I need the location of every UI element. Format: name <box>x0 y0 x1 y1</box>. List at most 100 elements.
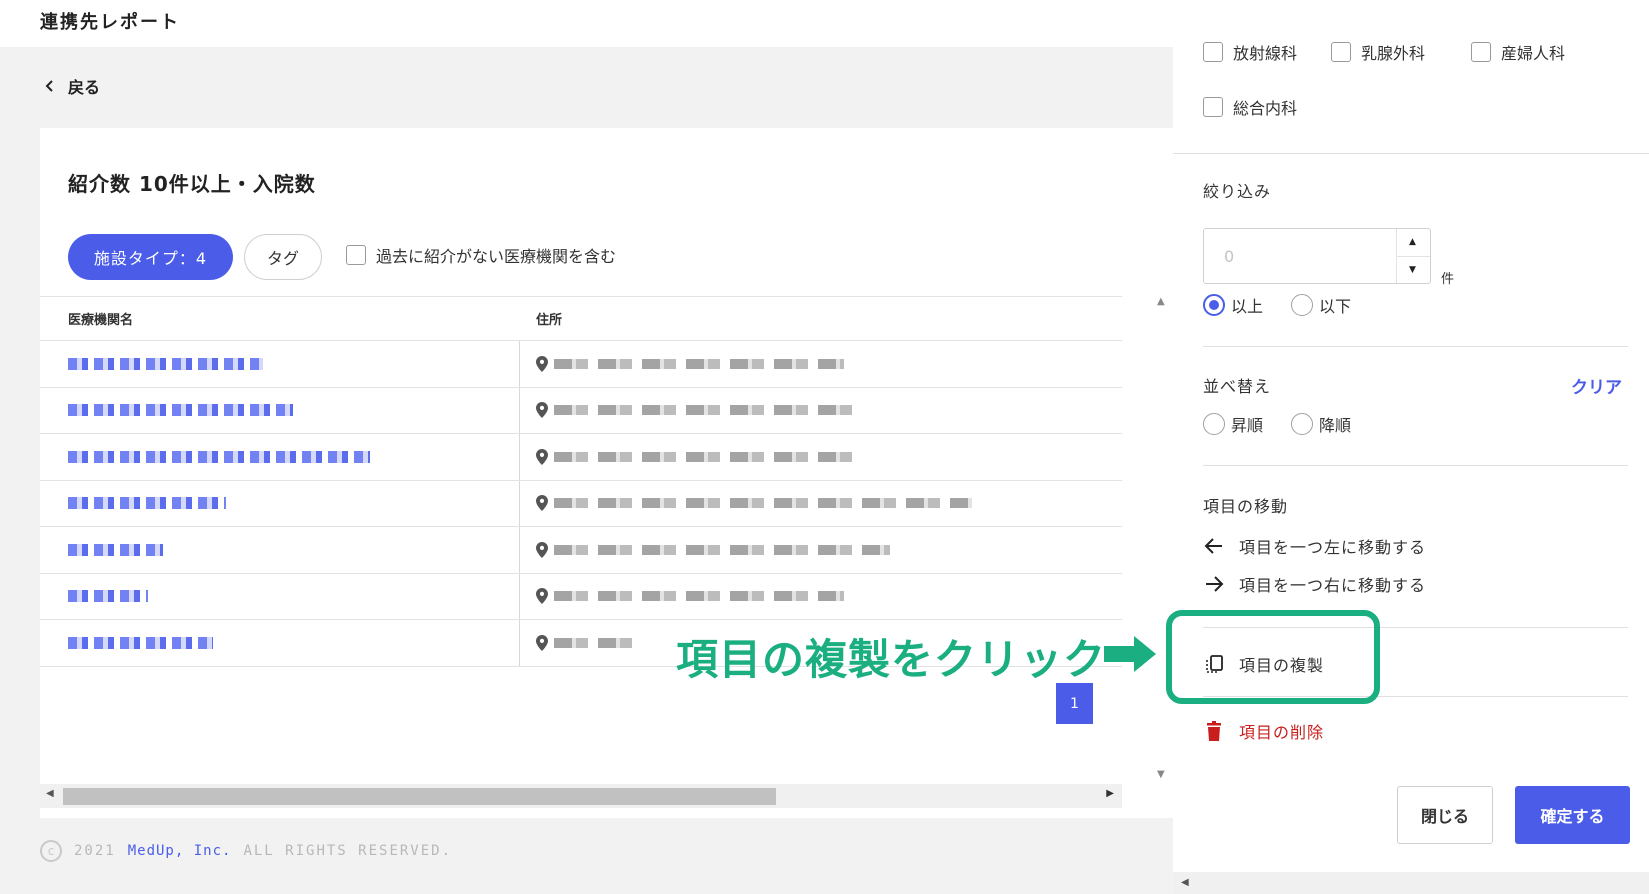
filter-count-value: 0 <box>1224 247 1235 266</box>
table-row[interactable] <box>40 387 1122 434</box>
scroll-right-icon[interactable]: ▶ <box>1106 788 1114 799</box>
sort-clear-link[interactable]: クリア <box>1571 373 1622 398</box>
arrow-right-icon <box>1206 576 1224 592</box>
table-row[interactable] <box>40 480 1122 527</box>
copyright-icon: c <box>40 840 62 862</box>
chevron-left-icon <box>45 80 53 92</box>
facility-type-filter-button[interactable]: 施設タイプ：4 <box>68 234 233 280</box>
move-right-action[interactable]: 項目を一つ右に移動する <box>1203 572 1426 596</box>
department-checkbox[interactable] <box>1203 42 1223 62</box>
delete-column-action[interactable]: 項目の削除 <box>1203 719 1324 743</box>
address-text <box>554 498 972 509</box>
table-row[interactable] <box>40 573 1122 620</box>
include-past-checkbox[interactable] <box>346 245 366 265</box>
sort-option-asc[interactable]: 昇順 <box>1203 412 1263 436</box>
filter-option-gte[interactable]: 以上 <box>1203 293 1263 317</box>
annotation-highlight-box <box>1166 610 1380 704</box>
move-section-label: 項目の移動 <box>1203 497 1289 516</box>
facility-name-link[interactable] <box>68 590 148 603</box>
radio-button[interactable] <box>1291 413 1313 435</box>
department-checkbox[interactable] <box>1203 97 1223 117</box>
close-button[interactable]: 閉じる <box>1397 786 1493 844</box>
pagination-page-button[interactable]: 1 <box>1056 683 1093 724</box>
table-row[interactable] <box>40 434 1122 481</box>
report-card: 紹介数 10件以上・入院数 施設タイプ：4 タグ 過去に紹介がない医療機関を含む… <box>40 128 1173 818</box>
footer-brand: MedUp, Inc. <box>127 843 232 859</box>
table-header: 医療機関名 住所 <box>40 296 1122 341</box>
location-pin-icon <box>536 634 548 651</box>
department-checkbox[interactable] <box>1471 42 1491 62</box>
address-text <box>554 358 844 369</box>
location-pin-icon <box>536 541 548 558</box>
number-stepper[interactable]: ▲ ▼ <box>1396 229 1430 283</box>
page-footer: c 2021 MedUp, Inc. ALL RIGHTS RESERVED. <box>40 840 452 862</box>
annotation-text: 項目の複製をクリック <box>676 635 1107 684</box>
department-checkbox[interactable] <box>1331 42 1351 62</box>
arrow-left-icon <box>1204 538 1222 554</box>
divider <box>1173 153 1649 154</box>
scroll-up-icon[interactable]: ▲ <box>1157 296 1165 307</box>
department-label: 総合内科 <box>1233 99 1298 118</box>
column-header-address[interactable]: 住所 <box>520 309 1122 328</box>
filter-option-lte[interactable]: 以下 <box>1291 293 1351 317</box>
address-text <box>554 544 890 555</box>
annotation-arrow-icon <box>1104 636 1156 672</box>
stepper-up-icon[interactable]: ▲ <box>1409 237 1416 247</box>
confirm-button[interactable]: 確定する <box>1515 786 1630 844</box>
sort-option-desc[interactable]: 降順 <box>1291 412 1351 436</box>
column-header-name[interactable]: 医療機関名 <box>40 309 520 328</box>
table-horizontal-scrollbar[interactable]: ◀ ▶ <box>40 784 1122 808</box>
sort-option-label: 昇順 <box>1231 416 1264 435</box>
location-pin-icon <box>536 402 548 419</box>
footer-rights: ALL RIGHTS RESERVED. <box>243 843 453 859</box>
department-checkbox-row[interactable]: 乳腺外科 <box>1331 40 1425 64</box>
facility-name-link[interactable] <box>68 357 263 370</box>
facility-name-link[interactable] <box>68 404 293 417</box>
location-pin-icon <box>536 588 548 605</box>
department-checkbox-row[interactable]: 産婦人科 <box>1471 40 1565 64</box>
scroll-left-icon[interactable]: ◀ <box>46 788 54 799</box>
table-vertical-scrollbar[interactable]: ▲ ▼ <box>1151 288 1173 788</box>
trash-icon <box>1207 721 1221 741</box>
table-row[interactable] <box>40 527 1122 574</box>
back-label: 戻る <box>68 78 101 97</box>
filter-option-label: 以上 <box>1231 297 1264 316</box>
facility-name-link[interactable] <box>68 497 226 510</box>
department-label: 乳腺外科 <box>1361 44 1426 63</box>
radio-button[interactable] <box>1291 294 1313 316</box>
back-link[interactable]: 戻る <box>44 74 100 98</box>
location-pin-icon <box>536 355 548 372</box>
filter-option-label: 以下 <box>1319 297 1352 316</box>
divider <box>1203 346 1628 347</box>
department-label: 放射線科 <box>1233 44 1298 63</box>
address-text <box>554 451 860 462</box>
department-checkbox-row[interactable]: 放射線科 <box>1203 40 1297 64</box>
filter-count-input[interactable]: 0 ▲ ▼ <box>1203 228 1431 284</box>
include-past-checkbox-row[interactable]: 過去に紹介がない医療機関を含む <box>346 243 616 267</box>
radio-button[interactable] <box>1203 413 1225 435</box>
footer-year: 2021 <box>74 843 116 859</box>
stepper-down-icon[interactable]: ▼ <box>1409 265 1416 275</box>
facility-name-link[interactable] <box>68 543 163 556</box>
sort-section-label: 並べ替え <box>1203 377 1272 396</box>
column-settings-panel: 放射線科 乳腺外科 産婦人科 総合内科 絞り込み 0 ▲ ▼ 件 以上 以下 並… <box>1173 0 1649 894</box>
filter-unit-label: 件 <box>1441 272 1455 287</box>
move-left-action[interactable]: 項目を一つ左に移動する <box>1203 534 1426 558</box>
scrollbar-thumb[interactable] <box>63 788 776 805</box>
panel-horizontal-scrollbar[interactable]: ◀ <box>1173 872 1649 894</box>
filter-section-label: 絞り込み <box>1203 182 1272 201</box>
tag-filter-button[interactable]: タグ <box>244 234 322 280</box>
move-right-label: 項目を一つ右に移動する <box>1239 576 1427 595</box>
facility-name-link[interactable] <box>68 450 370 463</box>
include-past-label: 過去に紹介がない医療機関を含む <box>376 247 617 266</box>
delete-label: 項目の削除 <box>1239 723 1325 742</box>
scroll-down-icon[interactable]: ▼ <box>1157 769 1165 780</box>
report-title: 紹介数 10件以上・入院数 <box>68 172 316 196</box>
divider <box>1203 465 1628 466</box>
department-checkbox-row[interactable]: 総合内科 <box>1203 95 1297 119</box>
facility-name-link[interactable] <box>68 636 213 649</box>
scroll-left-icon[interactable]: ◀ <box>1181 877 1189 888</box>
department-label: 産婦人科 <box>1501 44 1566 63</box>
radio-button-selected[interactable] <box>1203 294 1225 316</box>
table-row[interactable] <box>40 341 1122 388</box>
